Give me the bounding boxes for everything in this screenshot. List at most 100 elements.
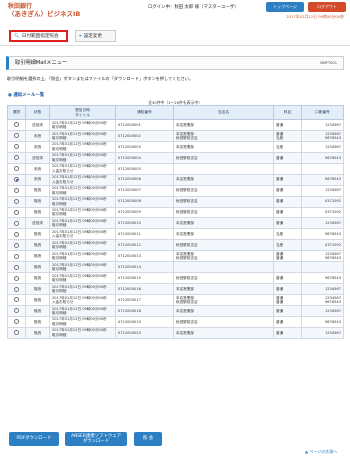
table-row[interactable]: 既読 2017年01月12日 09時00分00秒 取引明細 0712000007 秋田駅… xyxy=(7,184,344,197)
table-row[interactable]: 既読 2017年01月12日 09時00分00秒 取引明細 0712000008 秋田駅… xyxy=(7,195,344,208)
account-number-value: 1234567 xyxy=(324,122,341,127)
datetime-title-cell: 2017年01月12日 09時00分00秒 取引明細 xyxy=(49,272,116,285)
row-select-radio[interactable] xyxy=(14,308,19,314)
table-row[interactable]: 既読 2017年01月12日 09時00分00秒 取引明細 0712000015 秋田駅… xyxy=(7,272,344,285)
row-select-radio[interactable] xyxy=(14,231,19,237)
datetime-title-cell: 2017年01月12日 09時00分00秒 取引明細 xyxy=(49,261,116,274)
mail-title-link[interactable]: 取引明細 xyxy=(52,158,113,162)
table-row[interactable]: 送信済 2017年01月12日 09時00分00秒 取引明細 0712000010 本店… xyxy=(7,217,344,230)
notice-number-cell: 0712000014 xyxy=(115,261,174,274)
subject-value: 普通 xyxy=(276,308,284,313)
branch-value: 本店営業部 xyxy=(176,177,194,182)
mail-title-link[interactable]: 取引明細 xyxy=(52,267,113,271)
row-select-radio[interactable] xyxy=(14,242,19,248)
row-select-radio[interactable] xyxy=(14,133,19,139)
notice-number-cell: 0712000020 xyxy=(115,326,174,339)
mail-title-link[interactable]: 入金お知らせ xyxy=(52,169,113,173)
table-row[interactable]: 既読 2017年01月12日 09時00分00秒 取引明細 0712000014 xyxy=(7,261,344,274)
table-row[interactable]: 既読 2017年01月12日 09時00分00秒 取引明細 0712000012 秋田駅… xyxy=(7,239,344,252)
account-number-cell: 9876543 xyxy=(301,151,344,164)
row-select-radio[interactable] xyxy=(14,144,19,150)
table-row[interactable]: 送信済 2017年01月12日 09時00分00秒 取引明細 0712000001 本店… xyxy=(7,119,344,131)
row-select-radio[interactable] xyxy=(14,286,19,292)
table-row[interactable]: 未読 2017年01月12日 09時00分00秒 取引明細 0712000002 本店営… xyxy=(7,129,344,142)
table-row[interactable]: 既読 2017年01月12日 09時00分00秒 取引明細 0712000020 本店営… xyxy=(7,326,344,339)
branch-cell: 秋田駅前支店 xyxy=(173,239,274,252)
row-select-radio[interactable] xyxy=(14,253,19,259)
row-select-radio[interactable] xyxy=(14,199,19,205)
status-cell: 未読 xyxy=(25,129,50,142)
row-select-radio[interactable] xyxy=(14,209,19,215)
account-number-cell: 1234567 9876543 xyxy=(301,129,344,142)
table-row[interactable]: 既読 2017年01月12日 09時00分00秒 取引明細 0712000016 本店営… xyxy=(7,283,344,295)
branch-cell: 本店営業部 xyxy=(173,304,274,317)
table-row[interactable]: 既読 2017年01月12日 09時00分00秒 取引明細 0712000013 本店営… xyxy=(7,250,344,263)
branch-cell: 秋田駅前支店 xyxy=(173,272,274,285)
tab-settings-change[interactable]: ⌖ 設定変更 xyxy=(75,30,116,42)
inquiry-button[interactable]: 照 会 xyxy=(134,432,162,446)
row-select-radio[interactable] xyxy=(14,275,19,281)
mail-title-link[interactable]: 取引明細 xyxy=(52,212,113,216)
mail-title-link[interactable]: 取引明細 xyxy=(52,223,113,227)
top-page-button[interactable]: トップページ xyxy=(266,2,304,12)
status-cell: 既読 xyxy=(25,239,50,252)
mail-title-link[interactable]: 入金お知らせ xyxy=(52,300,113,304)
table-row[interactable]: 未読 2017年01月12日 09時00分00秒 入金お知らせ 0712000005 xyxy=(7,162,344,175)
status-cell: 既読 xyxy=(25,283,50,295)
mail-title-link[interactable]: 取引明細 xyxy=(52,289,113,293)
logout-button[interactable]: ログアウト xyxy=(308,2,346,12)
login-info: ログイン中：秋田 太郎 様（マスターユーザ） xyxy=(148,5,239,10)
row-select-radio[interactable] xyxy=(14,177,19,183)
table-row[interactable]: 未読 2017年01月12日 09時00分00秒 入金お知らせ 0712000006 本… xyxy=(7,173,344,186)
row-select-radio[interactable] xyxy=(14,188,19,194)
mail-title-link[interactable]: 入金お知らせ xyxy=(52,180,113,184)
mail-title-link[interactable]: 入金お知らせ xyxy=(52,234,113,238)
row-select-radio[interactable] xyxy=(14,297,19,303)
page-top-link[interactable]: ▲ ページの先頭へ xyxy=(305,449,337,455)
mail-title-link[interactable]: 取引明細 xyxy=(52,311,113,315)
mail-title-link[interactable]: 取引明細 xyxy=(52,322,113,326)
mail-title-link[interactable]: 取引明細 xyxy=(52,278,113,282)
branch-value: 秋田駅前支店 xyxy=(176,188,198,193)
pdf-download-button[interactable]: PDFダウンロード xyxy=(9,432,59,446)
row-select-radio[interactable] xyxy=(14,264,19,270)
row-select-radio[interactable] xyxy=(14,319,19,325)
subject-cell: 普通 xyxy=(273,151,302,164)
row-select-radio[interactable] xyxy=(14,330,19,336)
table-row[interactable]: 既読 2017年01月12日 09時00分00秒 取引明細 0712000009 秋田駅… xyxy=(7,206,344,219)
mail-title-link[interactable]: 取引明細 xyxy=(52,333,113,337)
subject-cell: 普通 xyxy=(273,315,302,328)
row-select-radio[interactable] xyxy=(14,220,19,226)
row-select-radio[interactable] xyxy=(14,122,19,128)
table-row[interactable]: 既読 2017年01月12日 09時00分00秒 取引明細 0712000018 本店営… xyxy=(7,304,344,317)
mail-title-link[interactable]: 取引明細 xyxy=(52,125,113,129)
mail-title-link[interactable]: 取引明細 xyxy=(52,136,113,140)
table-row[interactable]: 既読 2017年01月12日 09時00分00秒 取引明細 0712000019 秋田駅… xyxy=(7,315,344,328)
subject-cell xyxy=(273,261,302,274)
select-cell xyxy=(7,151,26,164)
table-row[interactable]: 既読 2017年01月12日 09時00分00秒 入金お知らせ 0712000017 本… xyxy=(7,294,344,306)
mail-title-link[interactable]: 取引明細 xyxy=(52,191,113,195)
table-row[interactable]: 未読 2017年01月12日 09時00分00秒 取引明細 0712000003 本店営… xyxy=(7,140,344,153)
datetime-title-cell: 2017年01月12日 09時00分00秒 取引明細 xyxy=(49,195,116,208)
anser-download-button[interactable]: ANSER連携ソフトウェア ダウンロード xyxy=(65,432,127,446)
tab-date-range-inquiry[interactable]: 🔍︎ 日付範囲指定照会 xyxy=(9,30,68,42)
row-select-radio[interactable] xyxy=(14,166,19,172)
notice-number-cell: 0712000004 xyxy=(115,151,174,164)
mail-title-link[interactable]: 取引明細 xyxy=(52,245,113,249)
row-select-radio[interactable] xyxy=(14,155,19,161)
datetime-title-cell: 2017年01月12日 09時00分00秒 取引明細 xyxy=(49,304,116,317)
select-cell xyxy=(7,261,26,274)
table-row[interactable]: 送信済 2017年01月12日 09時00分00秒 取引明細 0712000004 秋田… xyxy=(7,151,344,164)
mail-title-link[interactable]: 取引明細 xyxy=(52,256,113,260)
search-icon: 🔍︎ xyxy=(14,34,20,39)
table-row[interactable]: 既読 2017年01月12日 09時00分00秒 入金お知らせ 0712000011 本… xyxy=(7,228,344,241)
mail-title-link[interactable]: 取引明細 xyxy=(52,202,113,206)
mail-title-link[interactable]: 取引明細 xyxy=(52,147,113,151)
status-cell: 送信済 xyxy=(25,119,50,131)
status-cell: 既読 xyxy=(25,304,50,317)
header-account: 口座番号 xyxy=(301,105,344,120)
arrow-up-icon: ▲ xyxy=(305,449,309,454)
bank-logo[interactable]: 秋田銀行 〈あきぎん〉ビジネスIB xyxy=(8,3,80,18)
subject-value: 普通 xyxy=(276,299,284,304)
